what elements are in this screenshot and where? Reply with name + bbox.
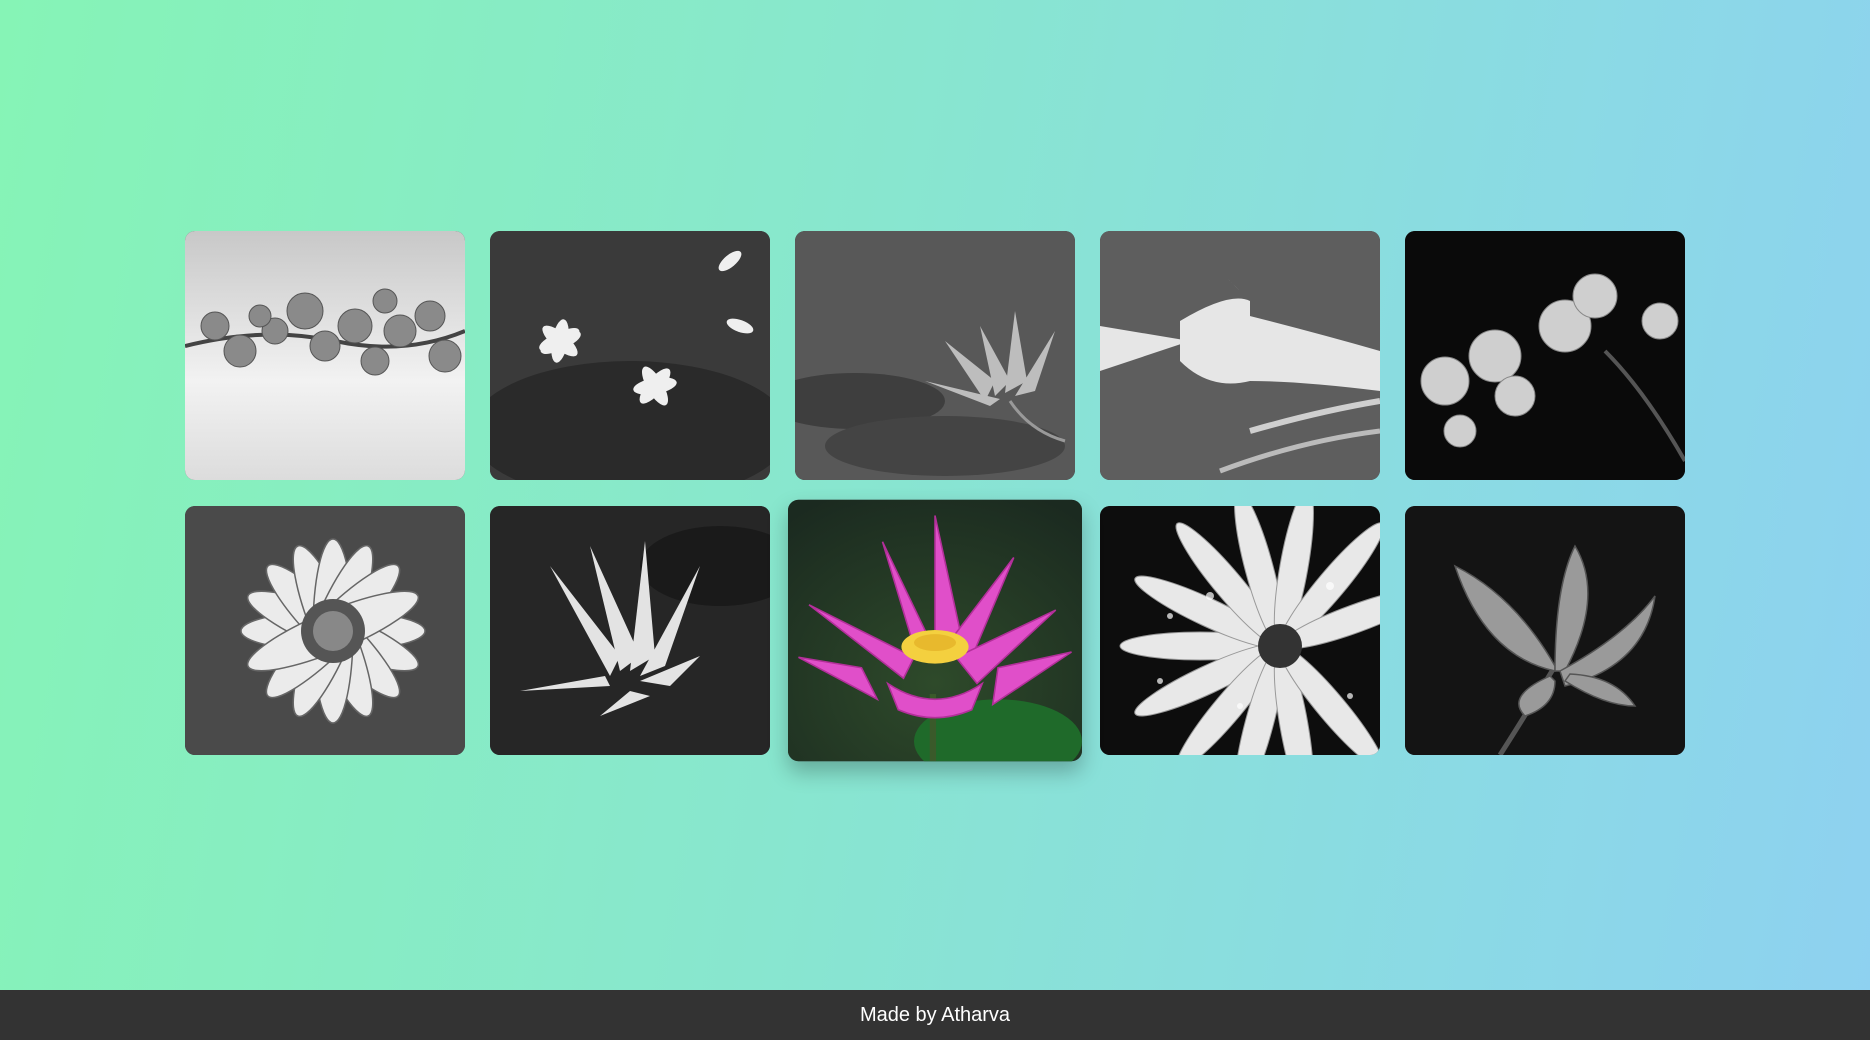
gallery-image-white-water-lily[interactable] (490, 506, 770, 755)
gallery-image-cherry-blossom[interactable] (185, 231, 465, 480)
footer-credit: Made by Atharva (859, 1003, 1011, 1026)
gallery-image-water-lily[interactable] (795, 231, 1075, 480)
gallery-image-pink-lotus[interactable] (788, 499, 1082, 762)
gallery-image-orchid[interactable] (1405, 231, 1685, 480)
gallery-image-gazania[interactable] (185, 506, 465, 755)
footer: Made by Atharva (0, 990, 1870, 1040)
gallery-image-crocus[interactable] (1405, 506, 1685, 755)
gallery-image-lily[interactable] (1100, 231, 1380, 480)
flower-gallery (185, 231, 1685, 762)
gallery-image-daisy-with-droplets[interactable] (1100, 506, 1380, 755)
gallery-image-jasmine[interactable] (490, 231, 770, 480)
